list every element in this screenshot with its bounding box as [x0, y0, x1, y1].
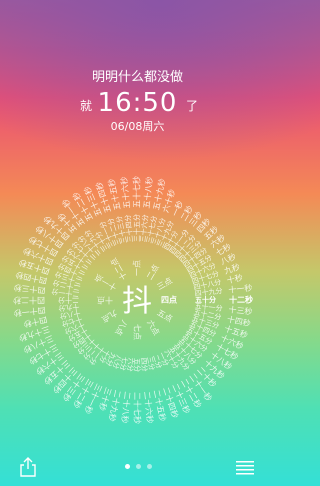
bottom-bar — [0, 450, 275, 486]
headline-text: 明明什么都没做 — [91, 70, 183, 85]
hours-label: 十二点 — [108, 256, 129, 282]
hours-label: 七点 — [133, 324, 142, 340]
hours-label: 五点 — [156, 308, 174, 324]
page-dot[interactable] — [124, 464, 130, 469]
seconds-label: 四十二秒 — [13, 296, 45, 306]
center-character: 抖 — [122, 284, 152, 319]
seconds-label: 五十七秒 — [132, 176, 142, 208]
page-indicator[interactable] — [118, 464, 158, 472]
right-word: 了 — [186, 99, 199, 113]
menu-icon[interactable] — [236, 460, 254, 476]
hours-label: 二点 — [145, 263, 161, 281]
hours-label: 四点 — [161, 295, 177, 305]
seconds-label: 十二秒 — [229, 295, 253, 305]
hours-label: 九点 — [100, 308, 118, 324]
lockscreen-header: 明明什么都没做 就 16:50 了 06/08周六 — [0, 0, 275, 140]
hours-label: 十一点 — [93, 272, 119, 293]
hours-label: 六点 — [145, 318, 162, 337]
page-dot[interactable] — [135, 464, 141, 469]
clock-date: 06/08周六 — [110, 120, 165, 133]
seconds-label: 二十七秒 — [133, 392, 143, 424]
share-icon[interactable] — [18, 456, 38, 478]
page-dot[interactable] — [146, 464, 152, 469]
hours-label: 八点 — [113, 319, 129, 337]
clock-row: 就 16:50 了 — [0, 88, 275, 120]
clock-time: 16:50 — [97, 88, 178, 118]
hours-label: 三点 — [156, 276, 174, 292]
hours-label: 一点 — [133, 260, 142, 276]
word-clock-dial: 一秒二秒三秒四秒五秒六秒七秒八秒九秒十秒十一秒十二秒十三秒十四秒十五秒十六秒十七… — [13, 176, 253, 424]
hours-label: 十点 — [97, 296, 113, 306]
